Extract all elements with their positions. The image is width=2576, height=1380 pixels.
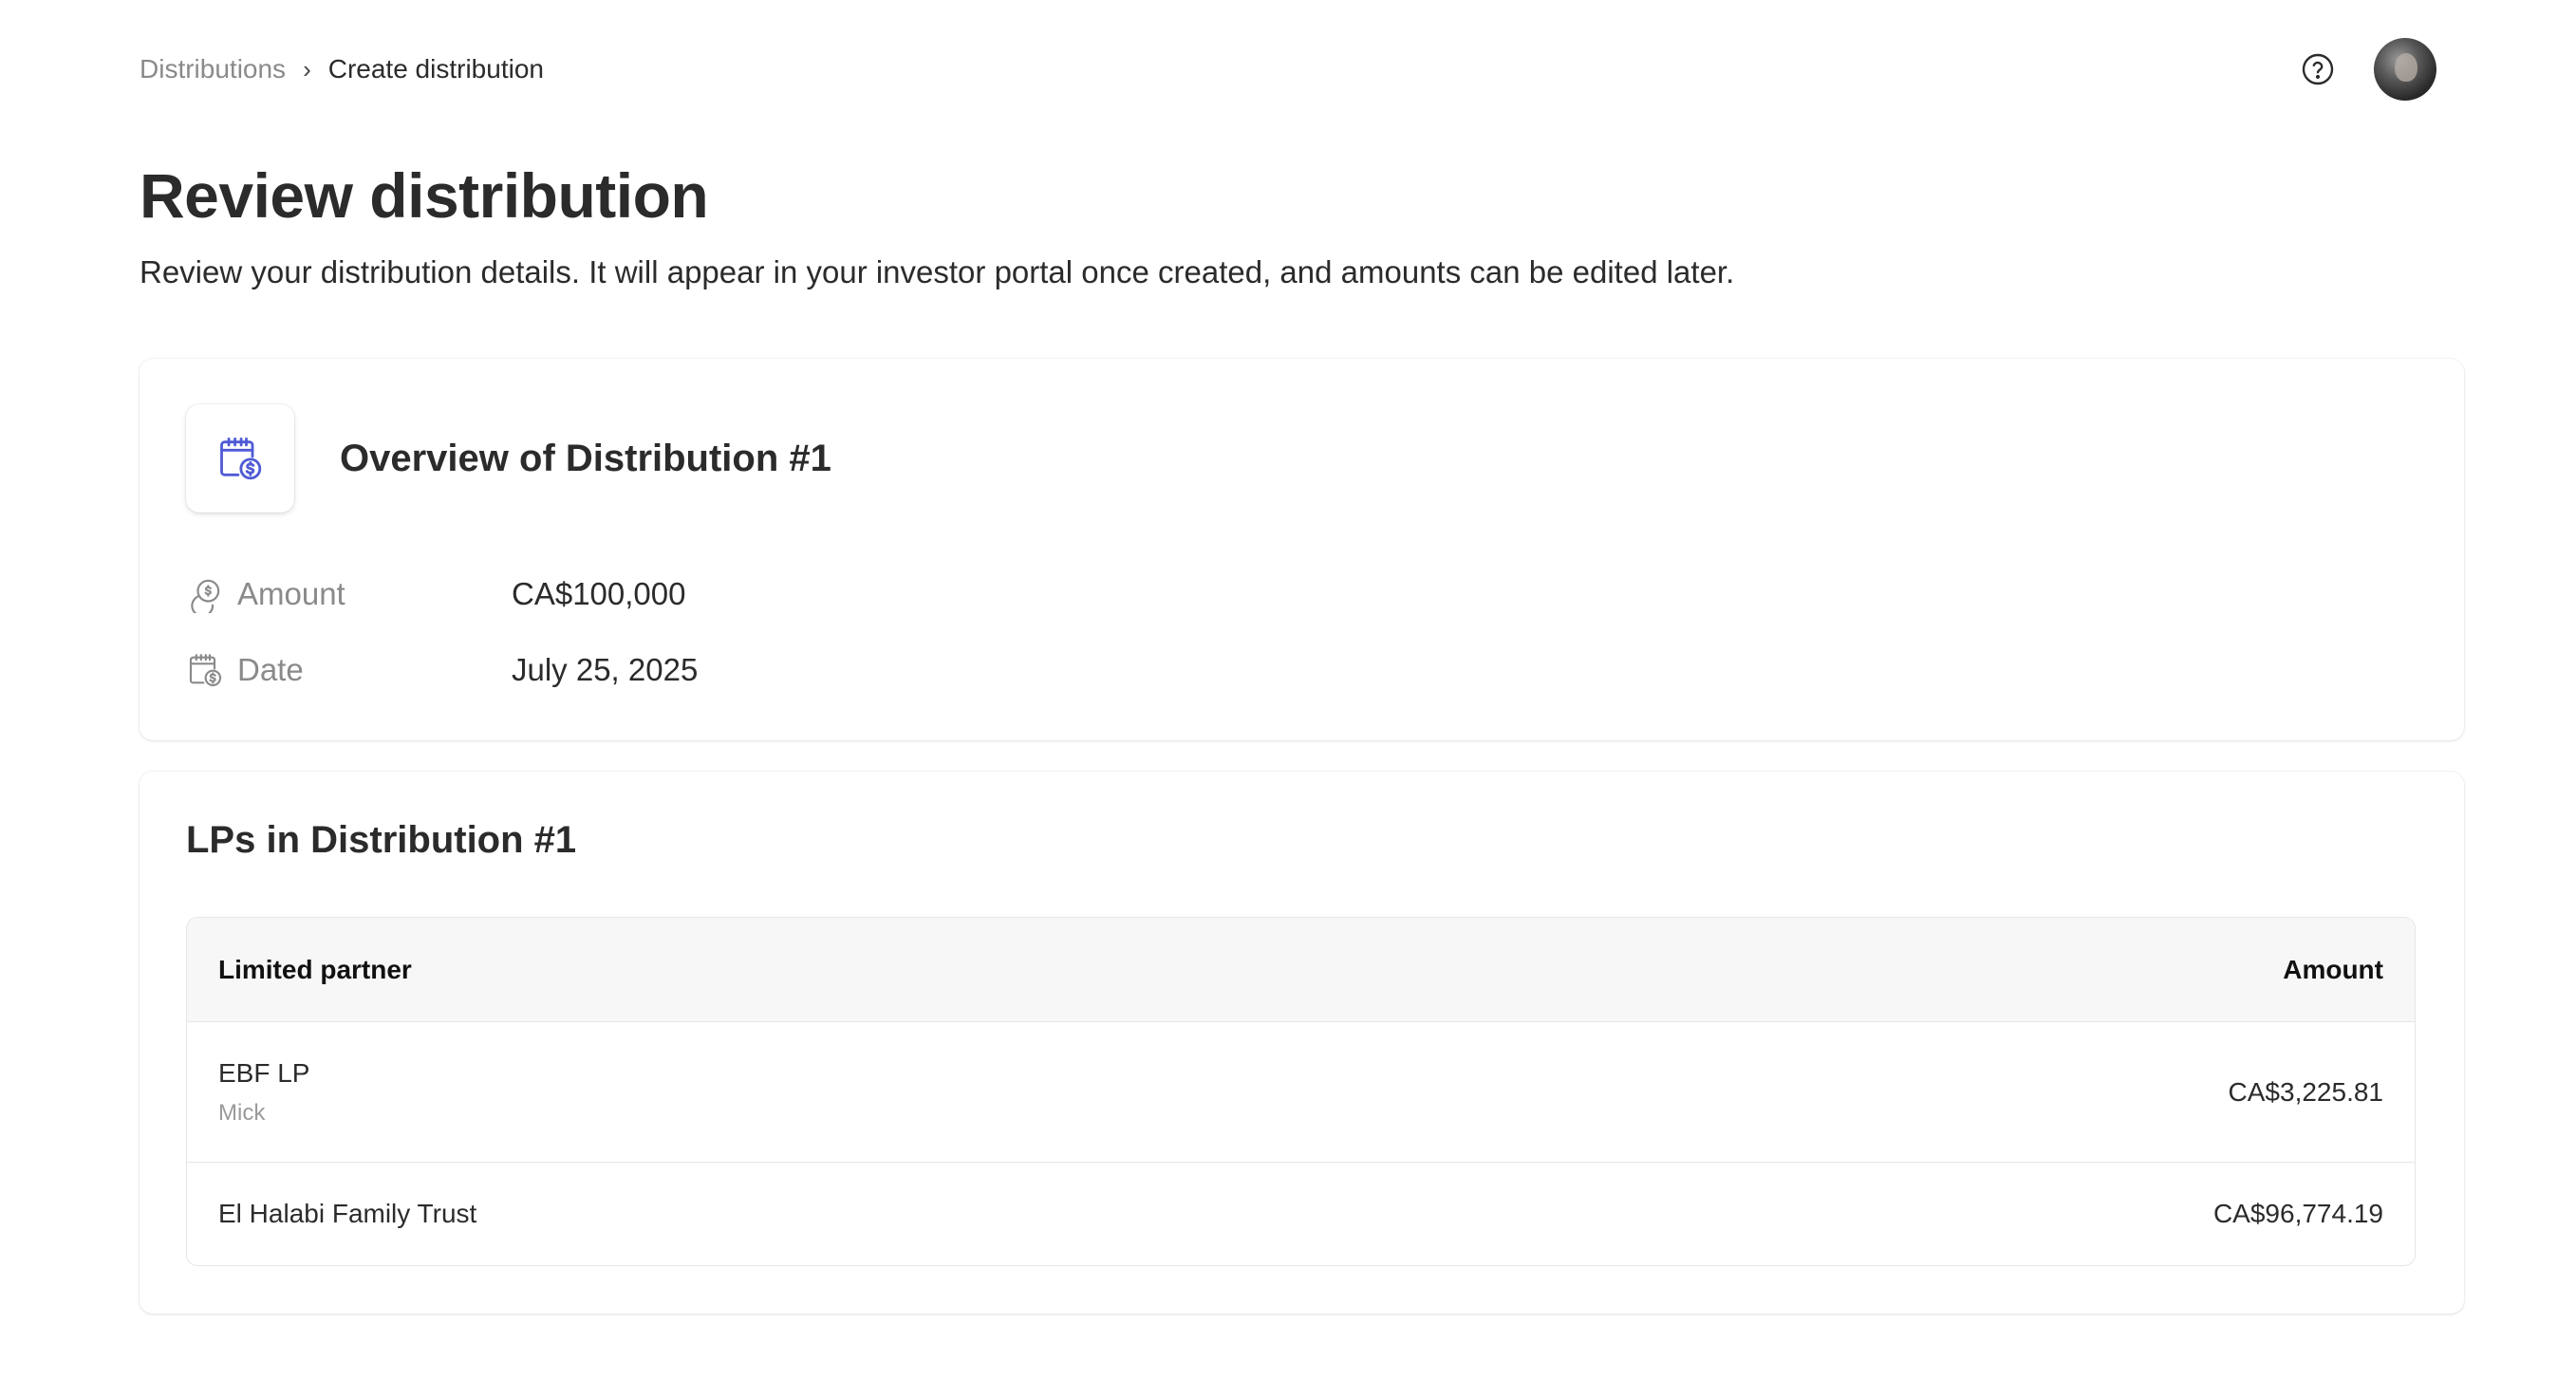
page-subtitle: Review your distribution details. It wil… — [140, 254, 1735, 289]
breadcrumb-separator: › — [303, 54, 311, 84]
calendar-dollar-icon — [189, 654, 222, 687]
table-row[interactable]: EBF LP Mick CA$3,225.81 — [187, 1022, 2415, 1163]
amount-value: CA$100,000 — [512, 576, 686, 611]
overview-row-date: Date July 25, 2025 — [186, 651, 698, 689]
lp-amount: CA$96,774.19 — [2212, 1199, 2383, 1228]
lp-cell: EBF LP Mick — [218, 1058, 309, 1127]
breadcrumb-distributions-link[interactable]: Distributions — [140, 54, 286, 84]
review-distribution-page: Distributions › Create distribution Revi… — [0, 0, 2576, 1380]
lp-contact: Mick — [218, 1099, 266, 1126]
overview-date-label-wrap: Date — [186, 651, 512, 689]
overview-header: Overview of Distribution #1 — [186, 404, 831, 513]
top-bar: Distributions › Create distribution — [140, 38, 2436, 101]
lps-card: LPs in Distribution #1 Limited partner A… — [140, 772, 2464, 1314]
overview-row-amount: Amount CA$100,000 — [186, 575, 685, 613]
question-circle-icon — [2302, 53, 2334, 85]
breadcrumb: Distributions › Create distribution — [140, 54, 544, 84]
lp-name: EBF LP — [218, 1057, 310, 1088]
date-value: July 25, 2025 — [512, 652, 699, 687]
breadcrumb-current: Create distribution — [327, 54, 544, 84]
overview-title: Overview of Distribution #1 — [340, 437, 831, 479]
lp-name: El Halabi Family Trust — [218, 1199, 477, 1228]
lp-cell: El Halabi Family Trust — [218, 1199, 476, 1229]
column-header-amount: Amount — [2283, 954, 2383, 984]
coins-icon — [191, 579, 220, 613]
amount-label: Amount — [237, 576, 345, 611]
table-header: Limited partner Amount — [187, 918, 2415, 1022]
date-label: Date — [237, 652, 304, 687]
user-avatar[interactable] — [2374, 38, 2436, 101]
lps-table: Limited partner Amount EBF LP Mick CA$3,… — [186, 917, 2416, 1266]
lps-title: LPs in Distribution #1 — [186, 819, 577, 861]
page-title: Review distribution — [140, 160, 709, 231]
calendar-dollar-icon — [220, 438, 262, 480]
top-actions — [2300, 38, 2436, 101]
overview-card: Overview of Distribution #1 Amount CA$10… — [140, 359, 2464, 740]
table-row[interactable]: El Halabi Family Trust CA$96,774.19 — [187, 1163, 2415, 1265]
column-header-limited-partner: Limited partner — [218, 954, 412, 984]
overview-icon-box — [186, 404, 294, 513]
overview-amount-label-wrap: Amount — [186, 575, 512, 613]
help-button[interactable] — [2300, 51, 2336, 87]
lp-amount: CA$3,225.81 — [2228, 1076, 2383, 1107]
